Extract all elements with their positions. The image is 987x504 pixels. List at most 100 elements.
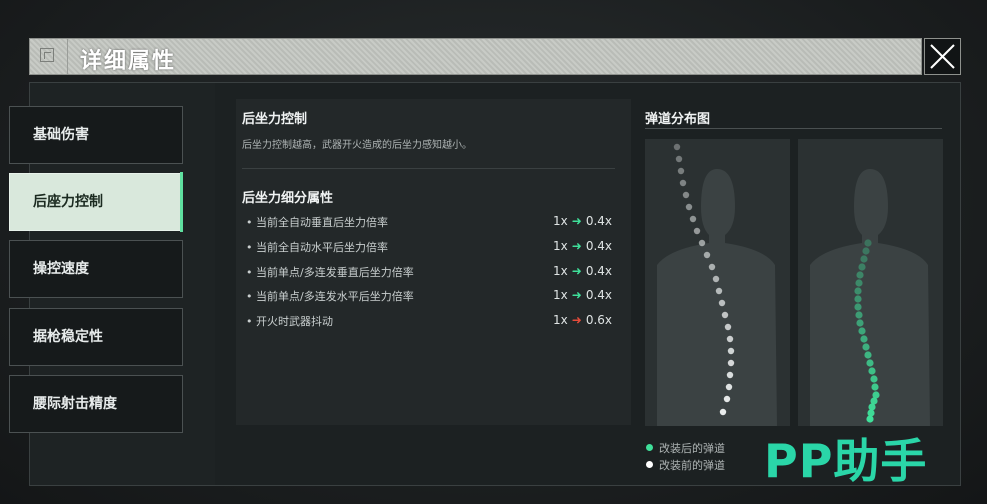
target-before-panel [645, 139, 790, 426]
page-title: 详细属性 [80, 49, 177, 74]
silhouette-icon [810, 169, 930, 426]
bullet-dot [693, 227, 701, 235]
arrow-right-icon: ➜ [571, 239, 582, 253]
title-bar: 详细属性 [29, 38, 922, 75]
attribute-value: 1x ➜ 0.4x [553, 239, 612, 253]
legend-label: 改装前的弹道 [659, 459, 725, 472]
sidebar-item-label: 基础伤害 [33, 127, 89, 143]
bullet-dot [719, 408, 727, 416]
bullet-dot [727, 347, 735, 355]
attribute-label: • 当前全自动垂直后坐力倍率 [246, 216, 388, 229]
sidebar-item-aim-stability[interactable]: 据枪稳定性 [9, 308, 183, 366]
close-button[interactable] [924, 38, 961, 75]
bullet-dot [698, 239, 706, 247]
sidebar-item-label: 腰际射击精度 [33, 396, 117, 412]
silhouette-icon [657, 169, 777, 426]
value-after: 0.4x [585, 264, 612, 278]
bullet-dot [855, 311, 863, 319]
ballistics-divider [645, 128, 942, 129]
title-divider [67, 39, 68, 74]
sidebar-item-recoil-control[interactable]: 后座力控制 [9, 173, 183, 231]
bullet-dot [858, 263, 866, 271]
value-before: 1x [553, 239, 568, 253]
bullet-dot [858, 327, 866, 335]
bullet-dot [679, 179, 687, 187]
arrow-right-icon: ➜ [571, 288, 582, 302]
attribute-value: 1x ➜ 0.4x [553, 288, 612, 302]
window-icon [40, 48, 54, 62]
arrow-right-icon: ➜ [571, 214, 582, 228]
bullet-dot [854, 295, 862, 303]
bullet-dot [703, 251, 711, 259]
green-dot-icon [646, 444, 653, 451]
sidebar-item-label: 据枪稳定性 [33, 329, 103, 345]
attribute-label: • 当前全自动水平后坐力倍率 [246, 241, 388, 254]
bullet-dot [860, 335, 868, 343]
section-description: 后坐力控制越高，武器开火造成的后坐力感知越小。 [242, 140, 472, 151]
bullet-dot [712, 275, 720, 283]
bullet-dot [718, 299, 726, 307]
ballistics-title: 弹道分布图 [645, 112, 711, 127]
attribute-row: • 当前全自动垂直后坐力倍率 1x ➜ 0.4x [246, 214, 612, 230]
attribute-row: • 开火时武器抖动 1x ➜ 0.6x [246, 313, 612, 329]
sidebar-item-base-damage[interactable]: 基础伤害 [9, 106, 183, 164]
divider [242, 168, 615, 169]
sidebar-item-label: 后座力控制 [33, 194, 103, 210]
bullet-dot [723, 395, 731, 403]
bullet-dot [866, 359, 874, 367]
section-heading: 后坐力控制 [242, 112, 308, 127]
sidebar-item-hipfire-accuracy[interactable]: 腰际射击精度 [9, 375, 183, 433]
bullet-dot [675, 155, 683, 163]
value-before: 1x [553, 288, 568, 302]
bullet-dot [868, 403, 876, 411]
value-after: 0.4x [585, 239, 612, 253]
sidebar-item-handling-speed[interactable]: 操控速度 [9, 240, 183, 298]
attribute-label: • 开火时武器抖动 [246, 315, 333, 328]
value-after: 0.4x [585, 214, 612, 228]
bullet-dot [727, 359, 735, 367]
bullet-dot [862, 343, 870, 351]
target-after-panel [798, 139, 943, 426]
bullet-dot [862, 247, 870, 255]
watermark-logo: PP助手 [764, 434, 928, 488]
attribute-row: • 当前全自动水平后坐力倍率 1x ➜ 0.4x [246, 239, 612, 255]
attribute-label: • 当前单点/多连发水平后坐力倍率 [246, 290, 414, 303]
legend-after: 改装后的弹道 [646, 440, 725, 455]
arrow-right-icon: ➜ [571, 313, 582, 327]
bullet-dot [855, 279, 863, 287]
attribute-label: • 当前单点/多连发垂直后坐力倍率 [246, 266, 414, 279]
legend-before: 改装前的弹道 [646, 457, 725, 472]
sidebar-item-label: 操控速度 [33, 261, 89, 277]
bullet-dot [685, 203, 693, 211]
bullet-dot [867, 409, 875, 417]
value-before: 1x [553, 214, 568, 228]
bullet-dot [682, 191, 690, 199]
ballistic-after-svg [810, 169, 930, 426]
active-indicator [180, 172, 183, 232]
sub-heading: 后坐力细分属性 [242, 191, 334, 206]
bullet-dot [724, 323, 732, 331]
value-before: 1x [553, 313, 568, 327]
bullet-dot [854, 287, 862, 295]
close-icon [930, 44, 955, 69]
bullet-dot [677, 167, 685, 175]
bullet-dot [721, 311, 729, 319]
bullet-dot [726, 335, 734, 343]
bullet-dot [726, 371, 734, 379]
bullet-dot [856, 271, 864, 279]
bullet-dot [870, 375, 878, 383]
attribute-row: • 当前单点/多连发垂直后坐力倍率 1x ➜ 0.4x [246, 264, 612, 280]
value-after: 0.4x [585, 288, 612, 302]
bullet-dot [854, 303, 862, 311]
attribute-value: 1x ➜ 0.6x [553, 313, 612, 327]
legend-label: 改装后的弹道 [659, 442, 725, 455]
bullet-dot [864, 239, 872, 247]
attribute-value: 1x ➜ 0.4x [553, 214, 612, 228]
white-dot-icon [646, 461, 653, 468]
bullet-dot [725, 383, 733, 391]
attribute-value: 1x ➜ 0.4x [553, 264, 612, 278]
bullet-dot [868, 367, 876, 375]
arrow-right-icon: ➜ [571, 264, 582, 278]
bullet-dot [871, 383, 879, 391]
bullet-dot [708, 263, 716, 271]
